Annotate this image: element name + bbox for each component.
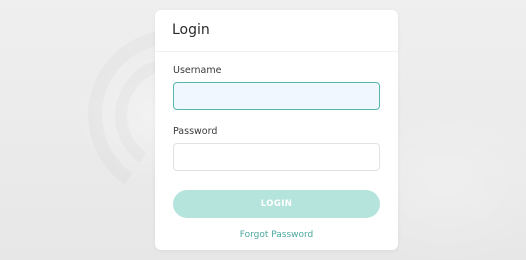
login-card: Login Username Password LOGIN Forgot Pas… bbox=[155, 10, 398, 250]
password-label: Password bbox=[173, 126, 218, 137]
forgot-password-link[interactable]: Forgot Password bbox=[173, 230, 380, 240]
password-input[interactable] bbox=[173, 143, 380, 171]
login-form: Username Password LOGIN Forgot Password bbox=[155, 52, 398, 240]
login-title: Login bbox=[172, 22, 210, 38]
username-label: Username bbox=[173, 65, 222, 76]
login-card-header: Login bbox=[155, 10, 398, 52]
login-button[interactable]: LOGIN bbox=[173, 190, 380, 218]
username-input[interactable] bbox=[173, 82, 380, 110]
